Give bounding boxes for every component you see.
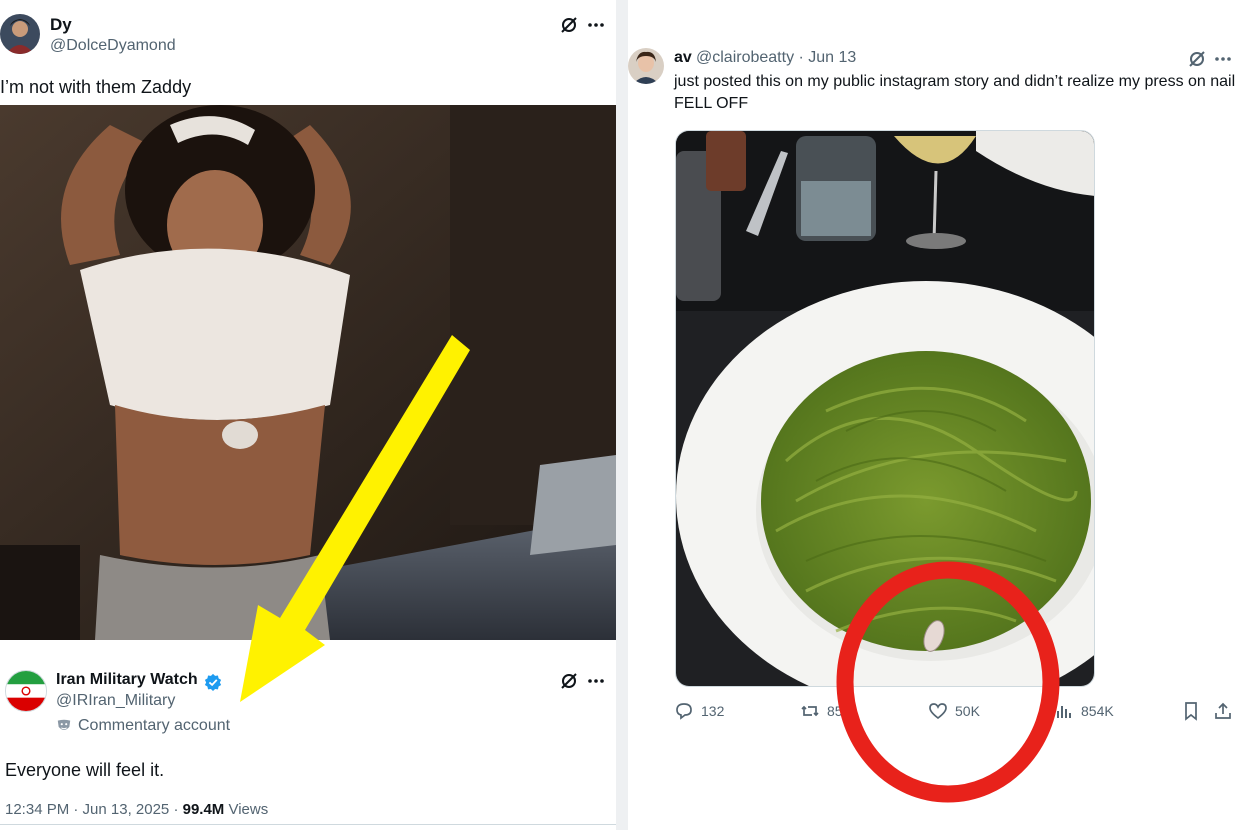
- tweet-media-image[interactable]: [0, 105, 616, 640]
- author-handle-and-date[interactable]: @clairobeatty · Jun 13: [696, 49, 856, 67]
- like-count: 50K: [955, 703, 980, 719]
- avatar[interactable]: [0, 14, 40, 54]
- bookmark-button[interactable]: [1181, 700, 1201, 722]
- grok-icon[interactable]: [558, 14, 580, 36]
- bookmark-icon: [1185, 702, 1197, 721]
- verified-badge-icon: [204, 673, 222, 691]
- avatar-dy-icon: [0, 14, 40, 54]
- iran-flag-icon: [6, 671, 46, 711]
- quoted-avatar[interactable]: [5, 670, 47, 712]
- author-name[interactable]: Dy: [50, 15, 72, 35]
- quoted-author-name[interactable]: Iran Military Watch: [56, 671, 198, 689]
- left-tweet-panel: Dy @DolceDyamond I’m not with them Zaddy: [0, 0, 616, 830]
- like-button[interactable]: 50K: [928, 700, 980, 722]
- heart-icon: [929, 703, 947, 720]
- retweet-icon: [801, 705, 819, 717]
- reply-icon: [676, 703, 692, 720]
- quoted-tweet-text: Everyone will feel it.: [5, 760, 165, 780]
- divider-line: [0, 824, 616, 825]
- grok-icon[interactable]: [1186, 48, 1208, 70]
- reply-button[interactable]: 132: [674, 700, 724, 722]
- tweet-text: just posted this on my public instagram …: [674, 73, 1236, 112]
- author-handle[interactable]: @DolceDyamond: [50, 37, 176, 55]
- pesto-pasta-image: [676, 131, 1094, 686]
- avatar-av-icon: [628, 48, 664, 84]
- more-options-icon[interactable]: [1212, 48, 1234, 70]
- dancing-woman-image: [0, 105, 616, 640]
- tweet-timestamp-line[interactable]: 12:34 PM · Jun 13, 2025 · 99.4M Views: [5, 801, 268, 818]
- tweet-time: 12:34 PM · Jun 13, 2025 ·: [5, 801, 183, 818]
- avatar[interactable]: [628, 48, 664, 84]
- share-icon: [1215, 702, 1231, 719]
- quoted-author-handle[interactable]: @IRIran_Military: [56, 692, 175, 710]
- retweet-count: 85: [827, 703, 843, 719]
- views-chart-icon: [1057, 706, 1071, 718]
- more-options-icon[interactable]: [585, 14, 607, 36]
- views-button[interactable]: 854K: [1054, 700, 1114, 722]
- tweet-text: I’m not with them Zaddy: [0, 77, 192, 97]
- retweet-button[interactable]: 85: [800, 700, 843, 722]
- views-label: Views: [224, 801, 269, 818]
- author-name[interactable]: av: [674, 49, 692, 67]
- commentary-account-label: Commentary account: [56, 717, 230, 735]
- reply-count: 132: [701, 703, 725, 719]
- more-options-icon[interactable]: [585, 670, 607, 692]
- right-tweet-panel: av @clairobeatty · Jun 13 just posted th…: [628, 0, 1245, 830]
- theater-mask-icon: [57, 719, 71, 730]
- views-count: 99.4M: [182, 801, 225, 818]
- panel-divider: [616, 0, 628, 830]
- grok-icon[interactable]: [558, 670, 580, 692]
- share-button[interactable]: [1213, 700, 1233, 722]
- tweet-media-image[interactable]: [675, 130, 1095, 687]
- commentary-text: Commentary account: [78, 717, 231, 734]
- views-count: 854K: [1081, 703, 1114, 719]
